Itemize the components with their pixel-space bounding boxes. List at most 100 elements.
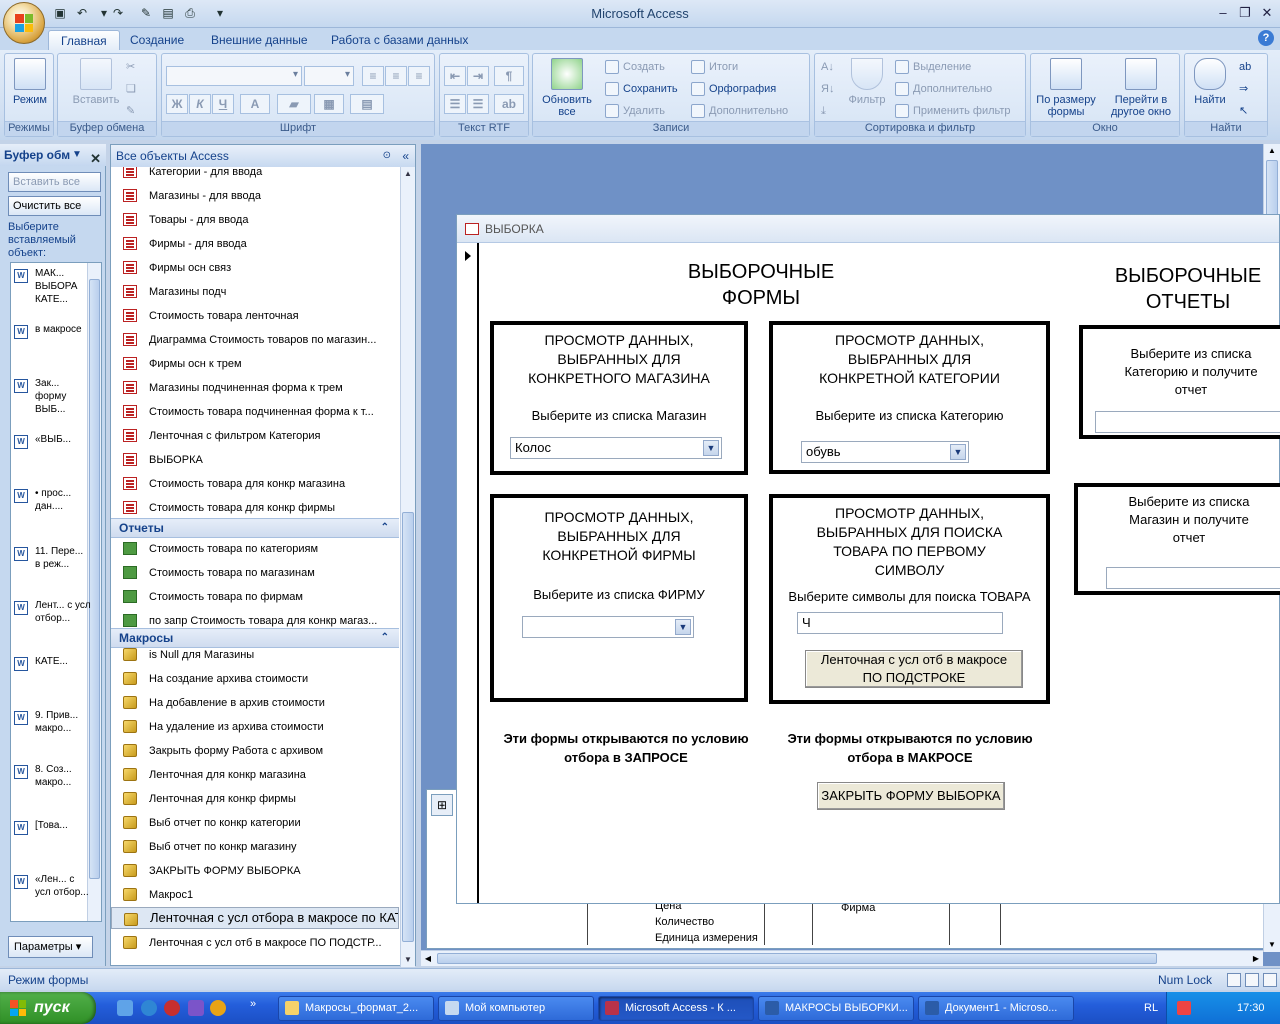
nav-item-form[interactable]: Категории - для ввода (111, 167, 399, 184)
opera-icon[interactable] (164, 1000, 180, 1016)
nav-item-macro[interactable]: Выб отчет по конкр категории (111, 811, 399, 835)
scroll-left-icon[interactable]: ◀ (421, 951, 435, 966)
report-category-combobox[interactable] (1095, 411, 1280, 433)
nav-item-form[interactable]: ВЫБОРКА (111, 448, 399, 472)
chevron-down-icon[interactable]: ▼ (950, 444, 966, 460)
chevron-down-icon[interactable]: ▼ (675, 619, 691, 635)
switch-windows-button[interactable]: Перейти в другое окно (1103, 58, 1179, 118)
bold-button[interactable]: Ж (166, 94, 188, 114)
scroll-right-icon[interactable]: ▶ (1249, 951, 1263, 966)
scroll-up-icon[interactable]: ▲ (1264, 144, 1280, 158)
nav-item-report[interactable]: Стоимость товара по категориям (111, 537, 399, 561)
store-combobox[interactable]: Колос ▼ (510, 437, 722, 459)
tab-database-tools[interactable]: Работа с базами данных (319, 30, 480, 50)
nav-item-form[interactable]: Стоимость товара подчиненная форма к т..… (111, 400, 399, 424)
scroll-down-icon[interactable]: ▼ (1264, 938, 1280, 952)
find-button[interactable]: Найти (1187, 58, 1233, 106)
copy-icon[interactable]: ❏ (126, 80, 136, 98)
search-text-input[interactable]: Ч (797, 612, 1003, 634)
datasheet-view-icon[interactable] (1245, 973, 1259, 987)
nav-item-form[interactable]: Товары - для ввода (111, 208, 399, 232)
spelling-button[interactable]: Орфография (691, 80, 776, 98)
taskbar-item-my-computer[interactable]: Мой компьютер (438, 996, 594, 1021)
replace-icon[interactable]: ab (1239, 58, 1251, 76)
apply-filter-button[interactable]: Применить фильтр (895, 102, 1011, 120)
taskbar-item-access[interactable]: Microsoft Access - К ... (598, 996, 754, 1021)
nav-item-macro[interactable]: На удаление из архива стоимости (111, 715, 399, 739)
paste-all-button[interactable]: Вставить все (8, 172, 101, 192)
alternate-fill-icon[interactable]: ▤ (350, 94, 384, 114)
align-left-icon[interactable]: ≡ (362, 66, 384, 86)
nav-item-form[interactable]: Ленточная с фильтром Категория (111, 424, 399, 448)
sort-descending-icon[interactable]: Я↓ (821, 80, 834, 98)
firm-combobox[interactable]: ▼ (522, 616, 694, 638)
category-combobox[interactable]: обувь ▼ (801, 441, 969, 463)
form-window-titlebar[interactable]: ВЫБОРКА (457, 215, 1279, 243)
cut-icon[interactable]: ✂ (126, 58, 135, 76)
selection-button[interactable]: Выделение (895, 58, 971, 76)
office-button[interactable] (3, 2, 45, 44)
highlight-icon[interactable]: ab (494, 94, 524, 114)
align-right-icon[interactable]: ≡ (408, 66, 430, 86)
font-size-combo[interactable] (304, 66, 354, 86)
nav-item-form[interactable]: Стоимость товара для конкр фирмы (111, 496, 399, 520)
new-record-button[interactable]: Создать (605, 58, 665, 76)
language-indicator[interactable]: RL (1144, 992, 1158, 1024)
gridlines-icon[interactable]: ▦ (314, 94, 344, 114)
start-button[interactable]: пуск (0, 992, 96, 1024)
restore-icon[interactable]: ❐ (1234, 4, 1256, 22)
delete-record-button[interactable]: Удалить (605, 102, 665, 120)
nav-scrollbar[interactable]: ▲ ▼ (400, 167, 415, 967)
numbering-icon[interactable]: ☰ (467, 94, 489, 114)
taskbar-item-folder[interactable]: Макросы_формат_2... (278, 996, 434, 1021)
nav-item-form[interactable]: Стоимость товара для конкр магазина (111, 472, 399, 496)
nav-item-macro[interactable]: Ленточная с усл отб в макросе ПО ПОДСТР.… (111, 931, 399, 955)
report-store-combobox[interactable] (1106, 567, 1280, 589)
clear-all-button[interactable]: Очистить все (8, 196, 101, 216)
nav-item-form[interactable]: Стоимость товара ленточная (111, 304, 399, 328)
nav-item-form[interactable]: Диаграмма Стоимость товаров по магазин..… (111, 328, 399, 352)
nav-item-macro[interactable]: Закрыть форму Работа с архивом (111, 739, 399, 763)
nav-item-macro[interactable]: is Null для Магазины (111, 643, 399, 667)
media-player-icon[interactable] (210, 1000, 226, 1016)
select-icon[interactable]: ↖ (1239, 102, 1248, 120)
align-center-icon[interactable]: ≡ (385, 66, 407, 86)
nav-item-form[interactable]: Магазины подчиненная форма к трем (111, 376, 399, 400)
close-icon[interactable]: ✕ (1256, 4, 1278, 22)
nav-item-macro[interactable]: На добавление в архив стоимости (111, 691, 399, 715)
fit-to-form-button[interactable]: По размеру формы (1033, 58, 1099, 118)
scroll-thumb[interactable] (89, 279, 100, 879)
nav-item-form[interactable]: Магазины - для ввода (111, 184, 399, 208)
font-color-button[interactable]: A (240, 94, 270, 114)
scroll-thumb[interactable] (402, 512, 414, 942)
records-more-button[interactable]: Дополнительно (691, 102, 788, 120)
save-record-button[interactable]: Сохранить (605, 80, 678, 98)
nav-item-macro[interactable]: Выб отчет по конкр магазину (111, 835, 399, 859)
font-name-combo[interactable] (166, 66, 302, 86)
nav-item-macro[interactable]: Ленточная для конкр фирмы (111, 787, 399, 811)
taskbar-item-word-macros[interactable]: МАКРОСЫ ВЫБОРКИ... (758, 996, 914, 1021)
collapse-group-icon[interactable]: ⌃ (381, 519, 389, 537)
nav-item-form[interactable]: Фирмы - для ввода (111, 232, 399, 256)
indent-decrease-icon[interactable]: ⇤ (444, 66, 466, 86)
design-view-icon[interactable] (1263, 973, 1277, 987)
help-icon[interactable]: ? (1258, 30, 1274, 46)
nav-item-macro[interactable]: ЗАКРЫТЬ ФОРМУ ВЫБОРКА (111, 859, 399, 883)
chevron-down-icon[interactable]: ⊙ (383, 145, 391, 167)
nav-item-form[interactable]: Фирмы осн связ (111, 256, 399, 280)
nav-item-report[interactable]: Стоимость товара по магазинам (111, 561, 399, 585)
nav-pane-header[interactable]: Все объекты Access ⊙ « (111, 145, 415, 167)
tab-create[interactable]: Создание (118, 30, 196, 50)
tab-external-data[interactable]: Внешние данные (199, 30, 320, 50)
bullets-icon[interactable]: ☰ (444, 94, 466, 114)
sort-ascending-icon[interactable]: A↓ (821, 58, 834, 76)
more-quicklaunch-icon[interactable]: » (250, 998, 256, 1010)
internet-explorer-icon[interactable] (141, 1000, 157, 1016)
nav-item-macro[interactable]: Ленточная для конкр магазина (111, 763, 399, 787)
fill-color-icon[interactable]: ▰ (277, 94, 311, 114)
italic-button[interactable]: К (189, 94, 211, 114)
pane-options-icon[interactable]: ▼ (72, 144, 82, 166)
tray-icon[interactable] (1177, 1001, 1191, 1015)
filter-button[interactable]: Фильтр (845, 58, 889, 106)
indent-increase-icon[interactable]: ⇥ (467, 66, 489, 86)
